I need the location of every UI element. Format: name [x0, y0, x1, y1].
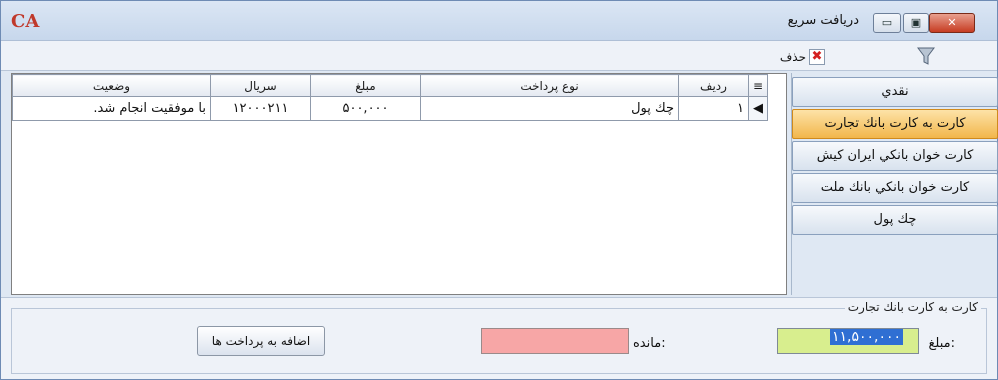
cell-row-number[interactable]: ۱ [678, 96, 749, 121]
row-selector-arrow-icon[interactable]: ◀ [748, 96, 768, 121]
delete-button[interactable]: حذف ✖ [780, 47, 825, 67]
minimize-button[interactable]: ▭ [873, 13, 901, 33]
payment-cash-button[interactable]: نقدي [792, 77, 998, 107]
cell-status[interactable]: با موفقيت انجام شد. [12, 96, 211, 121]
grid-filter-icon[interactable]: ≡ [748, 74, 768, 97]
payment-pos-mellat-button[interactable]: كارت خوان بانكي بانك ملت [792, 173, 998, 203]
app-logo: CA [11, 11, 40, 32]
toolbar: حذف ✖ [1, 41, 997, 71]
column-serial[interactable]: سريال [210, 74, 311, 97]
close-button[interactable]: ✕ [929, 13, 975, 33]
column-status[interactable]: وضعيت [12, 74, 211, 97]
maximize-button[interactable]: ▣ [903, 13, 929, 33]
add-to-payments-button[interactable]: اضافه به پرداخت ها [197, 326, 325, 356]
column-payment-type[interactable]: نوع پرداخت [420, 74, 679, 97]
remaining-field [481, 328, 629, 354]
remaining-label: مانده: [633, 336, 666, 351]
column-amount[interactable]: مبلغ [310, 74, 421, 97]
quick-receive-window: CA دريافت سريع ▭ ▣ ✕ حذف ✖ وضعيت سريال م… [0, 0, 998, 380]
window-title: دريافت سريع [787, 13, 859, 28]
amount-label: مبلغ: [928, 336, 956, 351]
payment-pos-irankish-button[interactable]: كارت خوان بانكي ايران كيش [792, 141, 998, 171]
column-row-number[interactable]: رديف [678, 74, 749, 97]
amount-value: ۱۱,۵۰۰,۰۰۰ [830, 329, 904, 345]
payment-card-tejarat-button[interactable]: كارت به كارت بانك تجارت [792, 109, 998, 139]
payments-grid[interactable]: وضعيت سريال مبلغ نوع پرداخت رديف ≡ با مو… [11, 73, 787, 295]
payment-methods-panel: نقدي كارت به كارت بانك تجارت كارت خوان ب… [791, 73, 998, 295]
delete-icon: ✖ [809, 49, 825, 65]
payment-group-title: كارت به كارت بانك تجارت [844, 300, 981, 314]
payment-form: كارت به كارت بانك تجارت مبلغ: ۱۱,۵۰۰,۰۰۰… [1, 297, 997, 379]
cell-serial[interactable]: ۱۲۰۰۰۲۱۱ [210, 96, 311, 121]
payment-cheque-button[interactable]: چك پول [792, 205, 998, 235]
table-row[interactable]: با موفقيت انجام شد. ۱۲۰۰۰۲۱۱ ۵۰۰,۰۰۰ چك … [12, 96, 768, 121]
title-bar[interactable]: CA دريافت سريع ▭ ▣ ✕ [1, 1, 997, 41]
table-header-row: وضعيت سريال مبلغ نوع پرداخت رديف ≡ [12, 74, 768, 97]
cell-amount[interactable]: ۵۰۰,۰۰۰ [310, 96, 421, 121]
delete-label: حذف [779, 50, 806, 64]
filter-icon[interactable] [917, 46, 935, 66]
payments-table: وضعيت سريال مبلغ نوع پرداخت رديف ≡ با مو… [12, 74, 768, 121]
cell-payment-type[interactable]: چك پول [420, 96, 679, 121]
amount-input[interactable]: ۱۱,۵۰۰,۰۰۰ [777, 328, 919, 354]
